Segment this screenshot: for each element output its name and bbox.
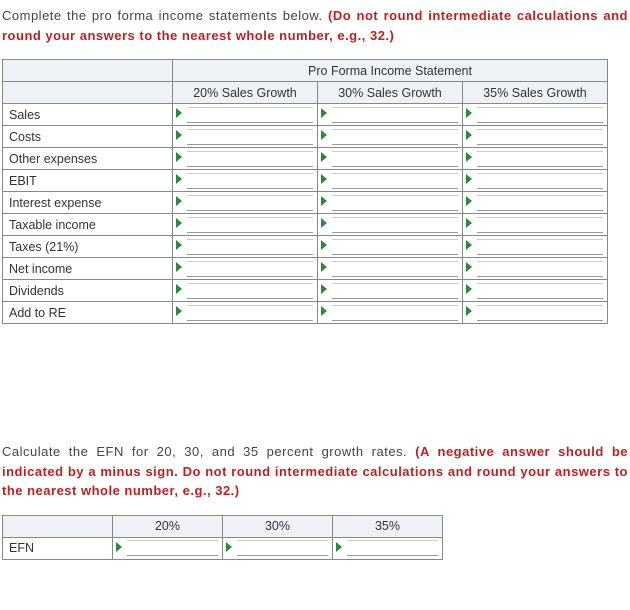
input-cell[interactable] <box>318 148 463 170</box>
instruction-2-plain: Calculate the EFN for 20, 30, and 35 per… <box>2 444 415 459</box>
col-header-1: 20% Sales Growth <box>173 82 318 104</box>
answer-field[interactable] <box>477 239 603 255</box>
answer-field[interactable] <box>332 239 458 255</box>
input-cell[interactable] <box>463 148 608 170</box>
input-cell[interactable] <box>173 148 318 170</box>
input-cell[interactable] <box>463 214 608 236</box>
input-cell[interactable] <box>463 126 608 148</box>
efn-col-2: 30% <box>223 515 333 537</box>
answer-field[interactable] <box>332 283 458 299</box>
answer-field[interactable] <box>477 261 603 277</box>
answer-field[interactable] <box>332 173 458 189</box>
answer-field[interactable] <box>187 217 313 233</box>
answer-field[interactable] <box>332 195 458 211</box>
answer-field[interactable] <box>332 217 458 233</box>
answer-field[interactable] <box>477 107 603 123</box>
input-cell[interactable] <box>318 258 463 280</box>
input-cell[interactable] <box>318 104 463 126</box>
answer-field[interactable] <box>187 151 313 167</box>
answer-field[interactable] <box>477 217 603 233</box>
instruction-2: Calculate the EFN for 20, 30, and 35 per… <box>2 442 628 501</box>
input-cell[interactable] <box>463 104 608 126</box>
input-cell[interactable] <box>333 537 443 559</box>
answer-field[interactable] <box>332 261 458 277</box>
input-cell[interactable] <box>173 302 318 324</box>
table-title: Pro Forma Income Statement <box>173 60 608 82</box>
instruction-1: Complete the pro forma income statements… <box>2 6 628 45</box>
instruction-1-plain: Complete the pro forma income statements… <box>2 8 328 23</box>
col-header-2: 30% Sales Growth <box>318 82 463 104</box>
efn-col-1: 20% <box>113 515 223 537</box>
answer-field[interactable] <box>332 305 458 321</box>
input-cell[interactable] <box>173 104 318 126</box>
row-label: Costs <box>3 126 173 148</box>
row-label: EFN <box>3 537 113 559</box>
input-cell[interactable] <box>463 236 608 258</box>
input-cell[interactable] <box>173 280 318 302</box>
row-label: Net income <box>3 258 173 280</box>
input-cell[interactable] <box>318 126 463 148</box>
input-cell[interactable] <box>463 192 608 214</box>
row-label: Sales <box>3 104 173 126</box>
row-label: Add to RE <box>3 302 173 324</box>
row-label: EBIT <box>3 170 173 192</box>
answer-field[interactable] <box>332 129 458 145</box>
input-cell[interactable] <box>463 302 608 324</box>
answer-field[interactable] <box>237 540 328 556</box>
blank-header <box>3 82 173 104</box>
answer-field[interactable] <box>477 151 603 167</box>
row-label: Taxable income <box>3 214 173 236</box>
answer-field[interactable] <box>477 129 603 145</box>
input-cell[interactable] <box>173 258 318 280</box>
efn-table: 20% 30% 35% EFN <box>2 515 443 560</box>
input-cell[interactable] <box>318 280 463 302</box>
answer-field[interactable] <box>187 173 313 189</box>
input-cell[interactable] <box>113 537 223 559</box>
blank-header <box>3 515 113 537</box>
col-header-3: 35% Sales Growth <box>463 82 608 104</box>
input-cell[interactable] <box>173 170 318 192</box>
input-cell[interactable] <box>463 258 608 280</box>
answer-field[interactable] <box>477 195 603 211</box>
answer-field[interactable] <box>477 305 603 321</box>
answer-field[interactable] <box>477 283 603 299</box>
answer-field[interactable] <box>187 239 313 255</box>
answer-field[interactable] <box>187 283 313 299</box>
blank-header <box>3 60 173 82</box>
row-label: Interest expense <box>3 192 173 214</box>
input-cell[interactable] <box>318 214 463 236</box>
efn-col-3: 35% <box>333 515 443 537</box>
input-cell[interactable] <box>318 302 463 324</box>
input-cell[interactable] <box>173 192 318 214</box>
answer-field[interactable] <box>187 195 313 211</box>
answer-field[interactable] <box>477 173 603 189</box>
input-cell[interactable] <box>318 236 463 258</box>
row-label: Other expenses <box>3 148 173 170</box>
input-cell[interactable] <box>318 170 463 192</box>
answer-field[interactable] <box>187 107 313 123</box>
answer-field[interactable] <box>347 540 438 556</box>
answer-field[interactable] <box>187 129 313 145</box>
input-cell[interactable] <box>463 170 608 192</box>
input-cell[interactable] <box>173 126 318 148</box>
answer-field[interactable] <box>187 261 313 277</box>
input-cell[interactable] <box>318 192 463 214</box>
input-cell[interactable] <box>173 236 318 258</box>
proforma-table: Pro Forma Income Statement 20% Sales Gro… <box>2 59 608 324</box>
answer-field[interactable] <box>187 305 313 321</box>
answer-field[interactable] <box>332 151 458 167</box>
answer-field[interactable] <box>332 107 458 123</box>
input-cell[interactable] <box>223 537 333 559</box>
answer-field[interactable] <box>127 540 218 556</box>
row-label: Dividends <box>3 280 173 302</box>
input-cell[interactable] <box>463 280 608 302</box>
input-cell[interactable] <box>173 214 318 236</box>
row-label: Taxes (21%) <box>3 236 173 258</box>
